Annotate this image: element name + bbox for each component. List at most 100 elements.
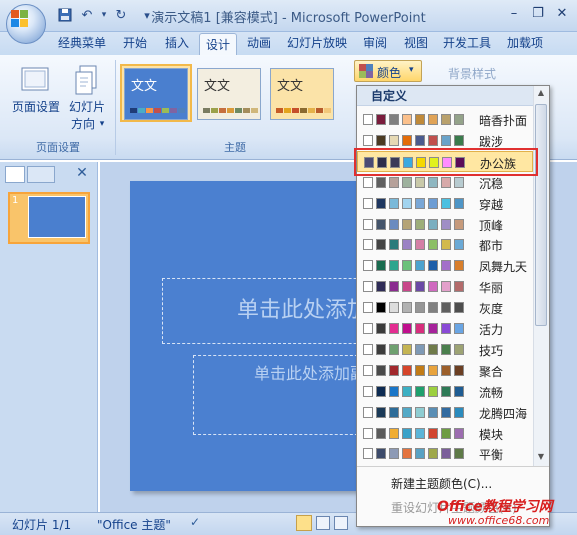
theme-thumb-3[interactable]: 文文 — [270, 68, 334, 120]
theme-color-swatch — [130, 108, 137, 113]
slide-orientation-icon[interactable] — [72, 64, 102, 96]
theme-color-swatch — [284, 108, 291, 113]
color-swatch — [363, 302, 373, 314]
tab-slideshow[interactable]: 幻灯片放映 — [282, 32, 352, 55]
color-swatch — [454, 197, 464, 209]
theme-thumb-text: 文文 — [277, 79, 304, 94]
color-swatch — [363, 239, 373, 251]
color-swatch — [402, 218, 412, 230]
color-swatch — [415, 218, 425, 230]
color-swatch — [454, 114, 464, 125]
color-swatch — [363, 114, 373, 125]
tab-developer[interactable]: 开发工具 — [438, 32, 496, 55]
color-swatch — [428, 302, 438, 314]
subtitle-placeholder[interactable]: 单击此处添加副标题 — [193, 355, 363, 435]
color-swatch — [454, 323, 464, 334]
theme-color-item[interactable]: 平衡 — [357, 443, 533, 464]
color-swatch — [415, 281, 425, 293]
new-theme-colors-item[interactable]: 新建主题颜色(C)... — [391, 475, 492, 492]
colors-button[interactable]: 颜色 ▾ — [354, 60, 422, 82]
close-button[interactable]: ✕ — [551, 5, 573, 23]
color-swatch — [389, 197, 399, 209]
slide-thumbnail-number: 1 — [12, 195, 19, 206]
highlight-annotation — [354, 148, 538, 176]
theme-color-item[interactable]: 技巧 — [357, 339, 533, 360]
theme-color-item[interactable]: 模块 — [357, 423, 533, 444]
close-pane-icon[interactable]: ✕ — [74, 165, 90, 181]
color-swatch — [441, 302, 451, 314]
tab-review[interactable]: 审阅 — [356, 32, 394, 55]
theme-color-item[interactable]: 活力 — [357, 318, 533, 339]
theme-name-status[interactable]: "Office 主题" — [97, 516, 171, 533]
color-swatch — [428, 448, 438, 460]
tab-animation[interactable]: 动画 — [240, 32, 278, 55]
slide-orientation-label[interactable]: 幻灯片 — [66, 99, 108, 115]
color-swatch — [402, 260, 412, 272]
tab-classic-menu[interactable]: 经典菜单 — [52, 32, 112, 55]
color-swatch — [441, 114, 451, 125]
slideshow-view-icon[interactable] — [334, 516, 348, 530]
theme-color-swatch — [138, 108, 145, 113]
theme-color-name: 都市 — [479, 239, 504, 254]
scroll-down-icon[interactable]: ▼ — [535, 452, 547, 464]
theme-color-name: 平衡 — [479, 448, 504, 463]
color-swatch — [428, 114, 438, 125]
maximize-button[interactable]: ❐ — [527, 5, 549, 23]
page-setup-button[interactable]: 页面设置 — [10, 99, 62, 115]
theme-color-swatch — [292, 108, 299, 113]
orientation-dropdown-icon[interactable]: ▾ — [96, 116, 108, 132]
theme-color-name: 模块 — [479, 427, 504, 442]
scrollbar-thumb[interactable] — [535, 104, 547, 326]
slides-tab-icon[interactable] — [5, 166, 25, 183]
theme-color-item[interactable]: 龙腾四海 — [357, 402, 533, 423]
tab-design[interactable]: 设计 — [199, 33, 237, 56]
theme-color-swatch — [170, 108, 177, 113]
slide-orientation-label-2[interactable]: 方向 — [68, 116, 98, 132]
normal-view-icon[interactable] — [296, 515, 312, 531]
theme-thumb-2[interactable]: 文文 — [197, 68, 261, 120]
theme-color-item[interactable]: 流畅 — [357, 381, 533, 402]
color-swatch — [441, 239, 451, 251]
theme-color-name: 暗香扑面 — [479, 114, 528, 128]
theme-color-item[interactable]: 顶峰 — [357, 214, 533, 235]
color-swatch — [415, 302, 425, 314]
theme-color-swatch — [162, 108, 169, 113]
theme-color-swatch — [276, 108, 283, 113]
color-swatch — [363, 427, 373, 439]
color-swatch — [402, 427, 412, 439]
theme-color-name: 穿越 — [479, 197, 504, 212]
theme-color-item[interactable]: 都市 — [357, 234, 533, 255]
background-style-button[interactable]: 背景样式 — [424, 62, 514, 84]
color-swatch — [415, 260, 425, 272]
spellcheck-icon[interactable]: ✓ — [190, 515, 208, 531]
theme-color-name: 凤舞九天 — [479, 260, 528, 275]
color-swatch — [376, 302, 386, 314]
theme-color-swatch — [308, 108, 315, 113]
theme-color-name: 顶峰 — [479, 218, 504, 233]
color-swatch — [441, 323, 451, 334]
color-swatch — [402, 176, 412, 188]
color-swatch — [402, 343, 412, 355]
tab-insert[interactable]: 插入 — [158, 32, 196, 55]
slide-sorter-icon[interactable] — [316, 516, 330, 530]
theme-thumb-office[interactable]: 文文 — [124, 68, 188, 120]
color-swatch — [402, 364, 412, 376]
tab-home[interactable]: 开始 — [116, 32, 154, 55]
theme-color-item[interactable]: 聚合 — [357, 360, 533, 381]
color-swatch — [454, 364, 464, 376]
tab-addins[interactable]: 加载项 — [500, 32, 550, 55]
minimize-button[interactable]: – — [503, 5, 525, 23]
color-swatch — [441, 406, 451, 418]
scroll-up-icon[interactable]: ▲ — [535, 88, 547, 100]
color-swatch — [389, 406, 399, 418]
outline-tab-icon[interactable] — [27, 166, 55, 183]
theme-color-item[interactable]: 凤舞九天 — [357, 255, 533, 276]
theme-color-item[interactable]: 华丽 — [357, 276, 533, 297]
theme-color-item[interactable]: 穿越 — [357, 193, 533, 214]
tab-view[interactable]: 视图 — [397, 32, 435, 55]
theme-color-item[interactable]: 灰度 — [357, 297, 533, 318]
theme-color-bar — [130, 108, 185, 113]
theme-color-item[interactable]: 暗香扑面 — [357, 109, 533, 130]
color-swatch — [441, 176, 451, 188]
page-setup-icon[interactable] — [16, 66, 54, 96]
